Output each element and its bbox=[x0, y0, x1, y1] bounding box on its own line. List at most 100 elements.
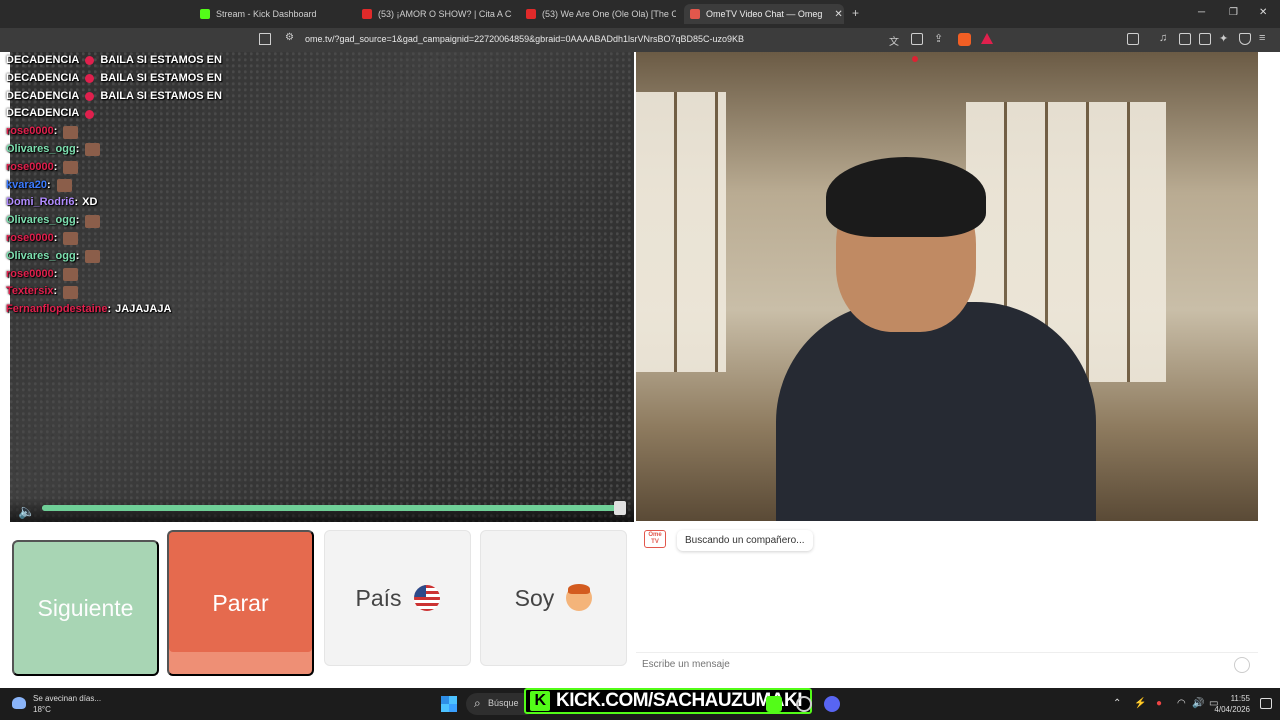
chat-separator: : bbox=[53, 231, 58, 244]
chat-text: DECADENCIA bbox=[6, 54, 80, 66]
microphone-icon[interactable]: ● bbox=[1156, 698, 1162, 709]
chat-text: BAILA SI ESTAMOS EN bbox=[100, 54, 222, 66]
network-icon[interactable]: ⚡ bbox=[1134, 698, 1146, 709]
message-input-row bbox=[636, 652, 1258, 678]
discord-icon[interactable] bbox=[824, 696, 840, 712]
close-icon[interactable]: ✕ bbox=[834, 9, 842, 20]
obs-icon[interactable] bbox=[796, 696, 812, 712]
clock-date: 4/04/2026 bbox=[1214, 705, 1250, 714]
wallet-icon[interactable] bbox=[1199, 33, 1211, 45]
shoji-door bbox=[636, 92, 726, 372]
person-shirt bbox=[776, 302, 1096, 521]
gender-button-label: Soy bbox=[514, 584, 555, 611]
kick-app-icon[interactable] bbox=[766, 696, 782, 712]
stream-chat-message: Olivares_ogg: bbox=[6, 212, 246, 230]
volume-icon[interactable]: 🔈 bbox=[18, 503, 35, 520]
brave-rewards-icon[interactable] bbox=[981, 33, 993, 44]
volume-slider-handle[interactable] bbox=[614, 501, 626, 515]
site-settings-icon[interactable]: ⚙ bbox=[285, 32, 297, 44]
camera-indicator-icon bbox=[912, 56, 918, 62]
chat-username: rose0000 bbox=[6, 125, 54, 138]
weather-title: Se avecinan días... bbox=[33, 694, 102, 703]
chat-username: rose0000 bbox=[6, 160, 54, 173]
chevron-up-icon[interactable]: ⌃ bbox=[1113, 698, 1121, 709]
stream-chat-message: DECADENCIA bbox=[6, 105, 246, 123]
next-button[interactable]: Siguiente bbox=[12, 540, 159, 676]
chat-username: Olivares_ogg bbox=[6, 249, 76, 262]
country-button[interactable]: País bbox=[324, 530, 471, 666]
chat-text: XD bbox=[82, 196, 98, 209]
chat-panel: Ome TV Buscando un compañero... bbox=[636, 522, 1258, 688]
cloud-icon bbox=[12, 697, 26, 709]
address-bar: ⚙ ome.tv/?gad_source=1&gad_campaignid=22… bbox=[0, 28, 1280, 52]
system-clock[interactable]: 11:55 4/04/2026 bbox=[1214, 693, 1250, 715]
emote-icon bbox=[85, 250, 101, 264]
restore-icon[interactable]: ❐ bbox=[1229, 7, 1238, 18]
tab-ometv[interactable]: OmeTV Video Chat — Omeg ✕ bbox=[684, 4, 844, 24]
stop-button[interactable]: Parar bbox=[167, 530, 314, 676]
status-message: Buscando un compañero... bbox=[677, 530, 813, 551]
leo-ai-icon[interactable]: ✦ bbox=[1219, 32, 1231, 45]
url-text[interactable]: ome.tv/?gad_source=1&gad_campaignid=2272… bbox=[305, 34, 744, 44]
chat-text: DECADENCIA bbox=[6, 89, 80, 102]
chat-separator: : bbox=[75, 249, 80, 262]
tab-label: (53) We Are One (Ole Ola) [The Offic bbox=[542, 9, 676, 19]
red-emote-icon bbox=[85, 56, 95, 66]
menu-icon[interactable]: ≡ bbox=[1259, 32, 1271, 44]
tab-label: OmeTV Video Chat — Omeg bbox=[706, 9, 823, 19]
emote-icon bbox=[63, 161, 79, 175]
tab-kick-dashboard[interactable]: Stream - Kick Dashboard bbox=[200, 4, 350, 24]
volume-slider[interactable] bbox=[42, 505, 622, 511]
close-window-icon[interactable]: ✕ bbox=[1259, 7, 1267, 18]
message-input[interactable] bbox=[642, 659, 1222, 670]
weather-widget[interactable]: Se avecinan días... 18°C bbox=[12, 693, 101, 715]
emote-icon bbox=[85, 143, 101, 157]
self-video bbox=[636, 52, 1258, 521]
vpn-shield-icon[interactable] bbox=[1239, 33, 1251, 45]
tab-label: (53) ¡AMOR O SHOW? | Cita A Ciega bbox=[378, 9, 512, 19]
tab-amor-o-show[interactable]: (53) ¡AMOR O SHOW? | Cita A Ciega bbox=[362, 4, 512, 24]
chat-username: Olivares_ogg bbox=[6, 142, 76, 155]
chat-text: BAILA SI ESTAMOS EN bbox=[100, 89, 222, 102]
weather-temp: 18°C bbox=[33, 705, 51, 714]
youtube-favicon-icon bbox=[362, 9, 372, 19]
speaker-icon[interactable]: 🔊 bbox=[1192, 698, 1204, 709]
chat-text: BAILA SI ESTAMOS EN bbox=[100, 71, 222, 84]
brave-shield-icon[interactable] bbox=[958, 33, 971, 46]
volume-slider-fill bbox=[42, 505, 622, 511]
share-icon[interactable]: ⇪ bbox=[934, 32, 946, 45]
red-emote-icon bbox=[85, 91, 95, 101]
emote-icon bbox=[63, 285, 79, 299]
browser-tab-bar: Stream - Kick Dashboard (53) ¡AMOR O SHO… bbox=[0, 0, 1280, 28]
wifi-icon[interactable]: ◠ bbox=[1177, 698, 1186, 709]
emoji-icon[interactable] bbox=[1234, 657, 1250, 673]
music-icon[interactable]: ♫ bbox=[1159, 32, 1171, 44]
new-tab-icon[interactable]: + bbox=[852, 6, 859, 20]
sidebar-icon[interactable] bbox=[1127, 33, 1139, 45]
translate-icon[interactable]: 文 bbox=[889, 33, 901, 48]
tab-we-are-one[interactable]: (53) We Are One (Ole Ola) [The Offic bbox=[526, 4, 676, 24]
us-flag-icon bbox=[413, 585, 440, 611]
gender-button[interactable]: Soy bbox=[480, 530, 627, 666]
boy-icon bbox=[566, 584, 593, 611]
emote-icon bbox=[63, 232, 79, 246]
chat-username: rose0000 bbox=[6, 231, 54, 244]
ometv-logo: Ome TV bbox=[644, 530, 666, 548]
kick-favicon-icon bbox=[200, 9, 210, 19]
stream-chat-message: Fernanflopdestaine: JAJAJAJA bbox=[6, 301, 246, 319]
notification-icon[interactable] bbox=[1260, 698, 1272, 709]
chat-text: DECADENCIA bbox=[6, 107, 80, 120]
reading-list-icon[interactable] bbox=[1179, 33, 1191, 45]
windows-start-icon[interactable] bbox=[441, 696, 457, 712]
red-emote-icon bbox=[85, 74, 95, 84]
minimize-icon[interactable]: ─ bbox=[1198, 7, 1205, 18]
next-button-label: Siguiente bbox=[37, 594, 134, 621]
emote-icon bbox=[63, 267, 79, 281]
chat-separator: : bbox=[107, 303, 112, 316]
bookmark-icon[interactable] bbox=[259, 33, 271, 45]
chat-separator: : bbox=[75, 214, 80, 227]
cast-icon[interactable] bbox=[911, 33, 923, 45]
stream-chat-overlay: DECADENCIA BAILA SI ESTAMOS EN DECADENCIA B… bbox=[6, 52, 246, 319]
stream-chat-message: DECADENCIA BAILA SI ESTAMOS EN bbox=[6, 88, 246, 106]
stream-chat-message: DECADENCIA BAILA SI ESTAMOS EN bbox=[6, 52, 246, 70]
